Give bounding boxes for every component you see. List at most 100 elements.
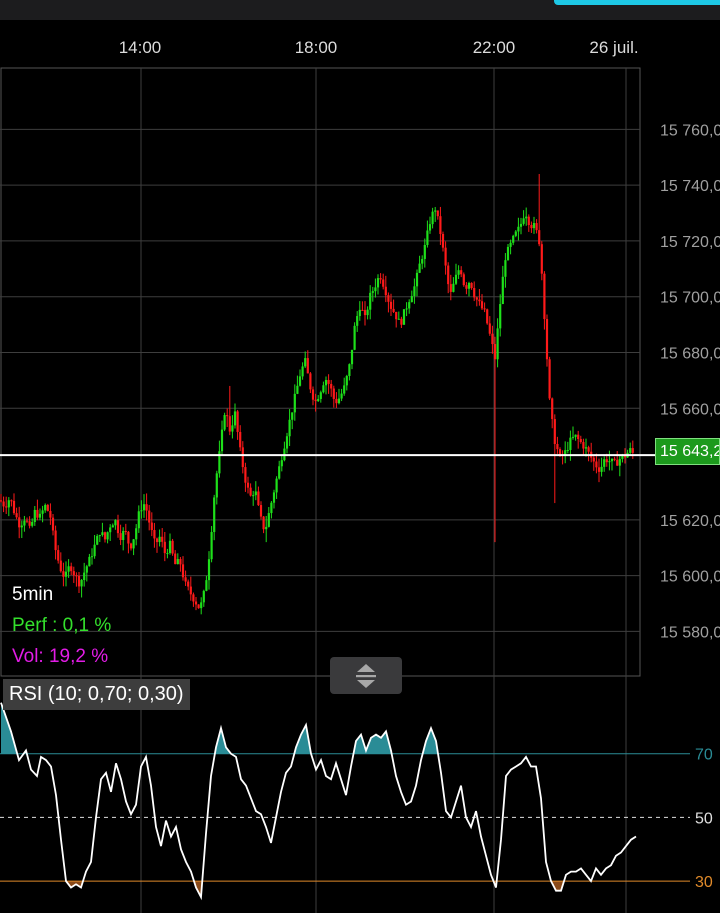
timeframe-label[interactable]: 5min	[12, 579, 111, 610]
candle	[241, 447, 244, 468]
candle	[127, 531, 130, 544]
candle	[114, 520, 117, 526]
candle	[631, 448, 634, 453]
candle	[158, 536, 161, 543]
time-tick-label: 22:00	[473, 38, 516, 57]
candle	[457, 270, 460, 275]
candle	[155, 538, 159, 543]
time-tick-label: 18:00	[295, 38, 338, 57]
candle	[148, 510, 151, 523]
candle	[382, 279, 385, 287]
candle	[332, 388, 335, 399]
candle	[392, 308, 395, 312]
candle	[101, 532, 104, 536]
candle	[454, 274, 458, 284]
candle	[530, 224, 533, 229]
time-tick-label: 26 juil.	[589, 38, 638, 57]
candle	[85, 566, 88, 573]
candle	[122, 530, 125, 540]
rsi-indicator-label[interactable]: RSI (10; 0,70; 0,30)	[3, 679, 190, 710]
candle	[395, 311, 398, 320]
candle	[181, 564, 185, 578]
candle	[293, 393, 296, 413]
time-tick-label: 14:00	[119, 38, 162, 57]
candles	[0, 173, 634, 615]
candle	[88, 556, 91, 567]
candle	[384, 286, 387, 296]
candle	[491, 333, 494, 345]
candle	[501, 276, 504, 305]
price-chart[interactable]: 14:00 18:00 22:00 26 juil. 15 760,0 15 740,0…	[0, 0, 720, 913]
candle	[566, 449, 569, 451]
candle	[517, 226, 520, 232]
candle	[449, 284, 452, 292]
candle	[194, 601, 198, 605]
candle	[249, 487, 252, 496]
candle	[213, 497, 216, 533]
candle	[15, 513, 18, 518]
candle	[408, 302, 411, 309]
candle	[519, 223, 523, 227]
current-price-tag: 15 643,2	[655, 438, 720, 465]
candle	[244, 467, 247, 483]
candle	[597, 467, 601, 472]
resize-handle-icon	[356, 663, 376, 688]
candle	[288, 419, 291, 437]
candle	[616, 459, 619, 466]
candle	[119, 533, 122, 540]
rsi-line	[0, 702, 637, 901]
candle	[23, 520, 26, 526]
candle	[124, 530, 127, 532]
candle	[285, 436, 289, 449]
candle	[569, 437, 572, 450]
panel-resize-handle[interactable]	[330, 657, 402, 694]
performance-label: Perf : 0,1 %	[12, 615, 112, 636]
candle	[254, 491, 257, 496]
candle	[51, 517, 55, 531]
price-tick-label: 15 760,0	[660, 122, 720, 139]
time-axis: 14:00 18:00 22:00 26 juil.	[119, 38, 639, 57]
candle	[579, 439, 582, 443]
candle	[506, 246, 510, 261]
candle	[174, 553, 177, 565]
candle	[259, 505, 263, 517]
candle	[38, 513, 42, 518]
candle	[111, 525, 114, 528]
candle	[116, 520, 120, 534]
candle	[340, 393, 343, 399]
candle	[465, 285, 468, 289]
candle	[267, 513, 270, 527]
price-tick-label: 15 620,0	[660, 513, 720, 530]
candle	[337, 398, 341, 404]
candle	[301, 366, 304, 377]
candle	[49, 510, 52, 518]
candle	[421, 258, 424, 264]
candle	[509, 242, 512, 247]
candle	[70, 566, 73, 572]
candle	[551, 398, 554, 420]
candle	[18, 517, 21, 528]
candle	[548, 359, 551, 399]
candle	[353, 325, 356, 350]
candle	[44, 504, 47, 511]
candle	[389, 301, 393, 309]
candle	[280, 460, 283, 467]
candle	[480, 301, 484, 309]
candle	[96, 536, 99, 545]
candle	[103, 532, 107, 540]
candle	[5, 506, 8, 508]
candle	[436, 210, 439, 217]
candle	[90, 556, 94, 558]
volatility-label: Vol: 19,2 %	[12, 646, 109, 667]
candle	[166, 553, 169, 555]
candle	[28, 521, 31, 526]
candle	[493, 344, 497, 360]
candle	[54, 530, 57, 551]
candle	[46, 504, 49, 511]
candle	[540, 244, 543, 274]
candle	[205, 580, 208, 591]
candle	[374, 287, 377, 292]
candle	[371, 291, 374, 293]
candle	[582, 442, 585, 449]
candle	[467, 282, 471, 289]
